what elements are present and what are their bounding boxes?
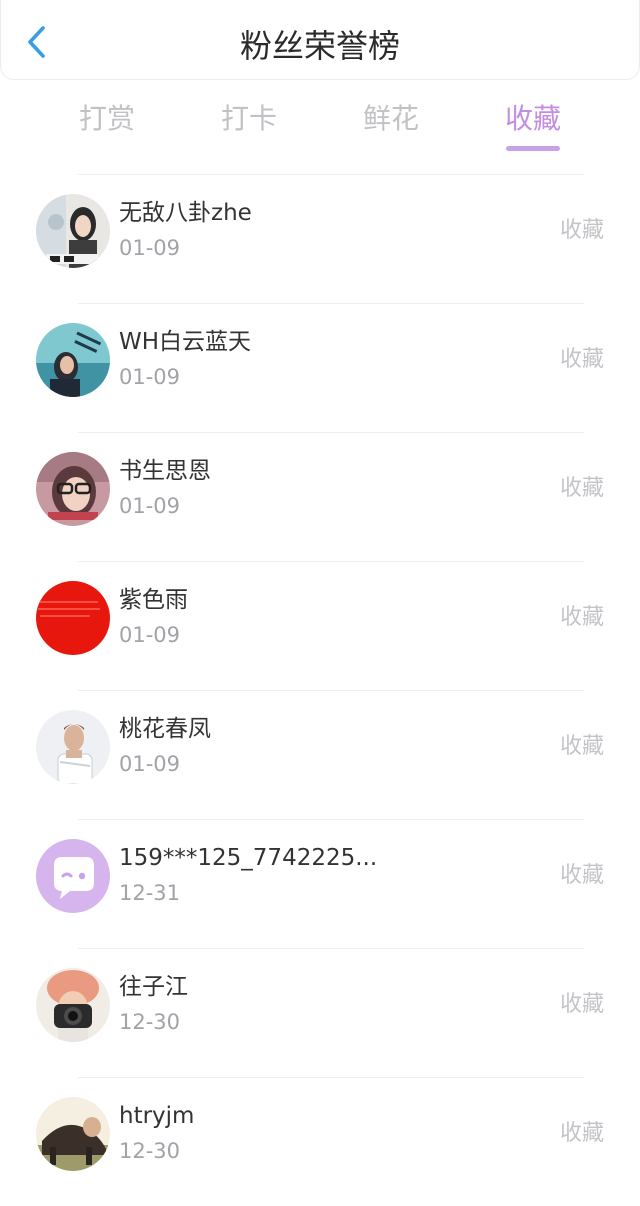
fan-date: 01-09 (119, 494, 181, 518)
list-item[interactable]: 桃花春凤 01-09 收藏 (36, 690, 604, 819)
fan-name: 桃花春凤 (119, 716, 211, 742)
fan-name: 书生思恩 (119, 458, 211, 484)
fan-name: 往子江 (119, 974, 188, 1000)
fan-name: WH白云蓝天 (119, 329, 252, 355)
favorite-action-label: 收藏 (559, 1121, 604, 1146)
favorite-action-label: 收藏 (559, 863, 604, 888)
tab-label: 打卡 (220, 102, 277, 135)
list-item[interactable]: htryjm 12-30 收藏 (36, 1077, 604, 1206)
tab-tip[interactable]: 打赏 (57, 90, 157, 160)
avatar[interactable] (36, 581, 110, 655)
avatar[interactable] (36, 194, 110, 268)
favorite-action-label: 收藏 (559, 347, 604, 372)
fan-name: 159***125_7742225... (119, 845, 378, 871)
list-item[interactable]: 无敌八卦zhe 01-09 收藏 (36, 174, 604, 303)
list-item[interactable]: 159***125_7742225... 12-31 收藏 (36, 819, 604, 948)
avatar[interactable] (36, 323, 110, 397)
list-item[interactable]: 书生思恩 01-09 收藏 (36, 432, 604, 561)
tab-label: 鲜花 (362, 102, 419, 135)
fan-name: htryjm (119, 1103, 195, 1129)
avatar[interactable] (36, 968, 110, 1042)
default-avatar[interactable] (36, 839, 110, 913)
avatar[interactable] (36, 452, 110, 526)
fan-date: 12-30 (119, 1139, 181, 1163)
list-item[interactable]: WH白云蓝天 01-09 收藏 (36, 303, 604, 432)
tab-bar: 打赏 打卡 鲜花 收藏 (0, 90, 640, 170)
tab-label: 打赏 (78, 102, 135, 135)
list-item[interactable]: 紫色雨 01-09 收藏 (36, 561, 604, 690)
avatar[interactable] (36, 710, 110, 784)
fan-list[interactable]: 无敌八卦zhe 01-09 收藏 WH白云蓝天 01-09 收藏 书生思恩 01… (0, 174, 640, 1206)
fan-date: 12-31 (119, 881, 181, 905)
favorite-action-label: 收藏 (559, 476, 604, 501)
tab-favorites[interactable]: 收藏 (483, 90, 583, 160)
fan-date: 01-09 (119, 752, 181, 776)
fan-date: 01-09 (119, 365, 181, 389)
fan-name: 紫色雨 (119, 587, 188, 613)
top-navigation-bar: 粉丝荣誉榜 (0, 0, 640, 80)
list-item[interactable]: 往子江 12-30 收藏 (36, 948, 604, 1077)
active-tab-indicator (506, 146, 560, 151)
fan-date: 12-30 (119, 1010, 181, 1034)
tab-label: 收藏 (504, 102, 561, 135)
fan-name: 无敌八卦zhe (119, 200, 252, 226)
avatar[interactable] (36, 1097, 110, 1171)
tab-flowers[interactable]: 鲜花 (341, 90, 441, 160)
favorite-action-label: 收藏 (559, 605, 604, 630)
fan-date: 01-09 (119, 236, 181, 260)
fan-date: 01-09 (119, 623, 181, 647)
tab-checkin[interactable]: 打卡 (199, 90, 299, 160)
favorite-action-label: 收藏 (559, 734, 604, 759)
favorite-action-label: 收藏 (559, 218, 604, 243)
page-title: 粉丝荣誉榜 (239, 27, 400, 65)
favorite-action-label: 收藏 (559, 992, 604, 1017)
